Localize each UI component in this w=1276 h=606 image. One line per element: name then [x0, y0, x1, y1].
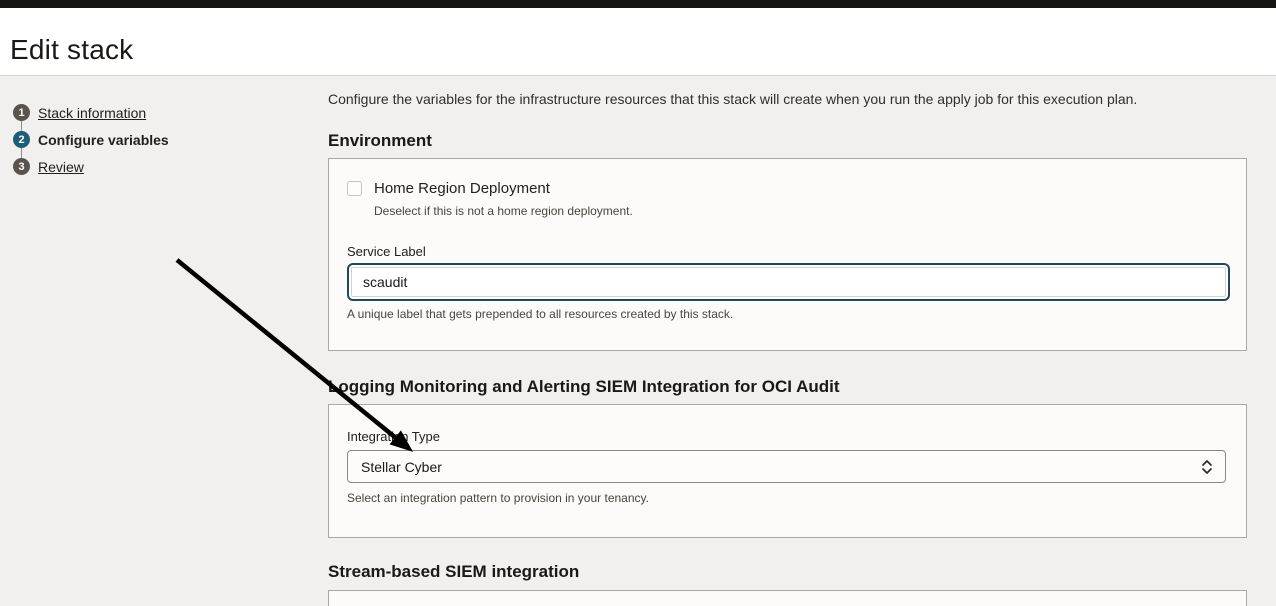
wizard-step-label[interactable]: Stack information — [38, 105, 146, 121]
service-label-input[interactable] — [347, 263, 1230, 301]
wizard-step-configure-variables[interactable]: 2 Configure variables — [13, 126, 313, 153]
wizard-step-label: Configure variables — [38, 132, 169, 148]
step-number-badge: 1 — [13, 104, 30, 121]
wizard-steps: 1 Stack information 2 Configure variable… — [13, 99, 313, 180]
siem-integration-panel: Integration Type Stellar Cyber Select an… — [328, 404, 1247, 538]
page-title: Edit stack — [10, 34, 133, 66]
section-title-siem-integration: Logging Monitoring and Alerting SIEM Int… — [328, 377, 1247, 397]
home-region-checkbox-label[interactable]: Home Region Deployment — [374, 180, 550, 197]
home-region-checkbox[interactable] — [347, 181, 362, 196]
page-header: Edit stack — [0, 8, 1276, 76]
home-region-checkbox-row[interactable]: Home Region Deployment — [347, 180, 1228, 197]
stream-siem-panel — [328, 590, 1247, 606]
integration-type-selected-value: Stellar Cyber — [361, 459, 442, 475]
section-title-environment: Environment — [328, 131, 1247, 151]
service-label-field-label: Service Label — [347, 244, 1228, 259]
home-region-help-text: Deselect if this is not a home region de… — [374, 204, 1228, 218]
top-bar — [0, 0, 1276, 8]
integration-type-label: Integration Type — [347, 429, 1228, 444]
section-title-stream-siem: Stream-based SIEM integration — [328, 562, 1247, 582]
service-label-help-text: A unique label that gets prepended to al… — [347, 307, 1228, 321]
intro-text: Configure the variables for the infrastr… — [328, 92, 1247, 107]
environment-panel: Home Region Deployment Deselect if this … — [328, 158, 1247, 351]
integration-type-help-text: Select an integration pattern to provisi… — [347, 491, 1228, 505]
main-content: Configure the variables for the infrastr… — [328, 75, 1247, 606]
chevron-updown-icon — [1201, 459, 1213, 475]
step-number-badge: 2 — [13, 131, 30, 148]
wizard-step-review[interactable]: 3 Review — [13, 153, 313, 180]
wizard-step-label[interactable]: Review — [38, 159, 84, 175]
integration-type-select[interactable]: Stellar Cyber — [347, 450, 1226, 483]
wizard-step-stack-information[interactable]: 1 Stack information — [13, 99, 313, 126]
step-number-badge: 3 — [13, 158, 30, 175]
